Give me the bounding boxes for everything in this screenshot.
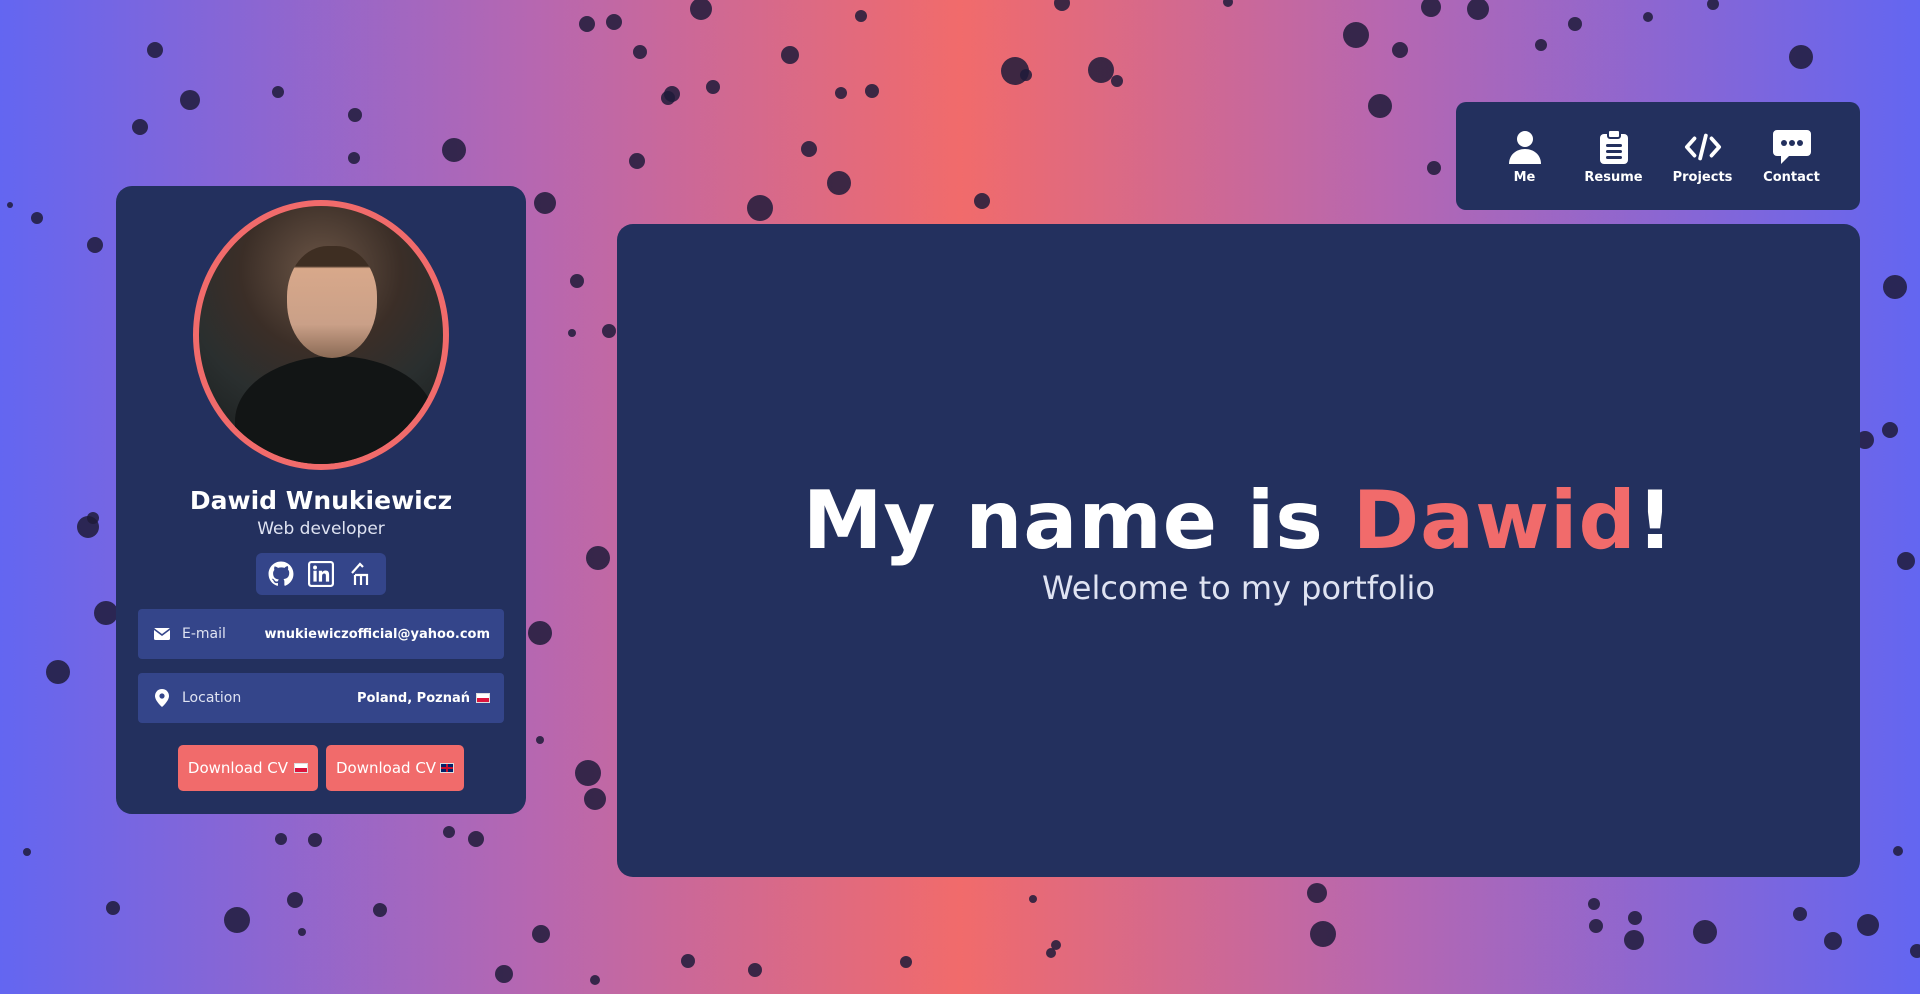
chat-icon [1772,128,1811,166]
hero-title-prefix: My name is [802,474,1353,567]
profile-role: Web developer [257,519,385,539]
location-text: Poland, Poznań [356,690,470,706]
github-link[interactable] [266,559,296,589]
nav-item-resume[interactable]: Resume [1584,128,1644,185]
hashnode-link[interactable] [346,559,376,589]
location-row: Location Poland, Poznań [138,673,504,723]
map-pin-icon [152,688,172,708]
download-buttons: Download CV Download CV [177,745,465,791]
uk-flag-icon [440,763,455,773]
profile-card: Dawid Wnukiewicz Web developer E-mail wn… [116,186,526,814]
hero-subtitle: Welcome to my portfolio [1042,569,1435,607]
download-cv-pl-button[interactable]: Download CV [177,745,318,791]
location-label: Location [182,690,242,706]
nav-item-me[interactable]: Me [1495,128,1555,185]
hero-title-name: Dawid [1352,474,1637,567]
nav-label-projects: Projects [1672,169,1733,185]
github-icon [268,561,294,586]
nav-label-contact: Contact [1763,169,1820,185]
nav-item-contact[interactable]: Contact [1762,128,1822,185]
email-value[interactable]: wnukiewiczofficial@yahoo.com [265,627,490,642]
clipboard-icon [1595,128,1633,166]
poland-flag-icon [294,763,308,773]
profile-name: Dawid Wnukiewicz [189,486,453,515]
linkedin-icon [308,561,334,587]
nav-label-me: Me [1513,169,1536,185]
hero-panel: My name is Dawid! Welcome to my portfoli… [617,224,1860,877]
email-row: E-mail wnukiewiczofficial@yahoo.com [138,609,504,659]
download-cv-en-button[interactable]: Download CV [326,745,465,791]
hero-title: My name is Dawid! [803,474,1674,567]
linkedin-link[interactable] [306,559,336,589]
main-nav: Me Resume Projects Contact [1456,102,1860,210]
social-links [256,553,386,595]
download-cv-pl-label: Download CV [187,759,288,777]
envelope-icon [152,624,172,644]
user-icon [1506,128,1544,166]
code-icon [1684,128,1722,166]
download-cv-en-label: Download CV [336,759,437,777]
email-label: E-mail [182,626,226,642]
avatar [193,200,449,470]
nav-item-projects[interactable]: Projects [1673,128,1733,185]
poland-flag-icon [476,693,490,703]
hero-title-suffix: ! [1636,474,1675,567]
hashnode-icon [351,562,369,585]
nav-label-resume: Resume [1584,169,1643,185]
location-value: Poland, Poznań [357,691,490,706]
